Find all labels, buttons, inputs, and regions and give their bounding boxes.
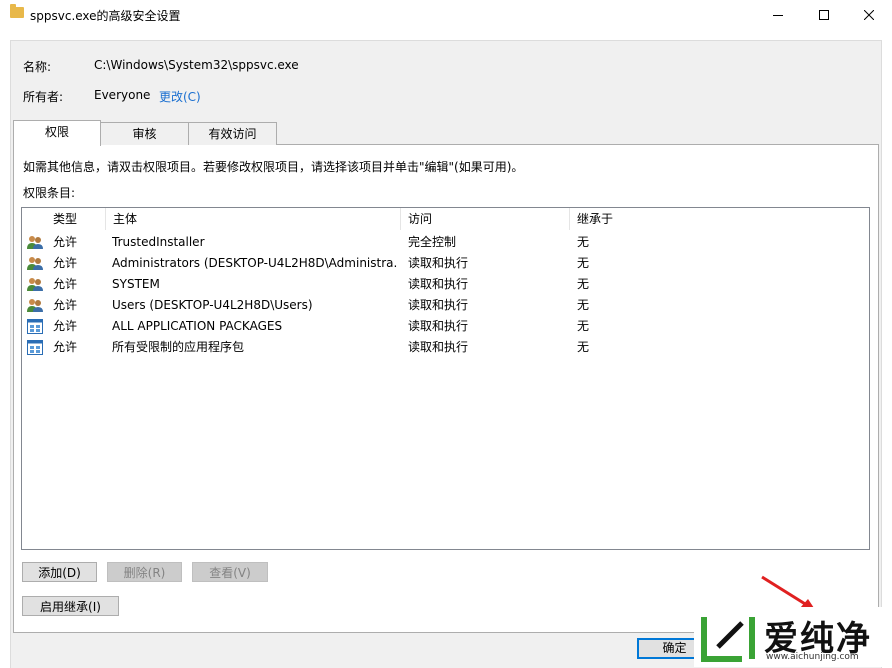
name-label: 名称:: [23, 60, 52, 74]
row-principal: Administrators (DESKTOP-U4L2H8D\Administ…: [112, 256, 397, 270]
owner-value: Everyone: [94, 88, 151, 102]
row-inherited: 无: [577, 319, 590, 333]
table-row[interactable]: 允许 Administrators (DESKTOP-U4L2H8D\Admini…: [22, 253, 869, 274]
column-header-principal[interactable]: 主体: [106, 208, 401, 230]
tab-effective-access[interactable]: 有效访问: [188, 122, 277, 145]
change-owner-link[interactable]: 更改(C): [159, 88, 201, 105]
maximize-button[interactable]: [801, 0, 847, 30]
maximize-icon: [819, 10, 829, 20]
minimize-button[interactable]: [755, 0, 801, 30]
row-principal: Users (DESKTOP-U4L2H8D\Users): [112, 298, 313, 312]
row-principal: ALL APPLICATION PACKAGES: [112, 319, 283, 333]
permission-entries-label: 权限条目:: [23, 186, 76, 200]
add-button[interactable]: 添加(D): [22, 562, 97, 582]
app-package-icon: [27, 319, 43, 334]
user-group-icon: [27, 277, 43, 292]
user-group-icon: [27, 256, 43, 271]
enable-inheritance-button[interactable]: 启用继承(I): [22, 596, 119, 616]
user-group-icon: [27, 298, 43, 313]
table-row[interactable]: 允许 SYSTEM 读取和执行 无: [22, 274, 869, 295]
table-row[interactable]: 允许 所有受限制的应用程序包 读取和执行 无: [22, 337, 869, 358]
view-button[interactable]: 查看(V): [192, 562, 268, 582]
column-header-inherited[interactable]: 继承于: [570, 208, 869, 230]
row-inherited: 无: [577, 340, 590, 354]
row-access: 读取和执行: [408, 256, 469, 270]
row-access: 读取和执行: [408, 277, 469, 291]
watermark-emblem-icon: [701, 617, 755, 662]
watermark-url: www.aichunjing.com: [766, 652, 859, 662]
close-icon: [864, 10, 874, 20]
row-inherited: 无: [577, 235, 590, 249]
row-inherited: 无: [577, 277, 590, 291]
minimize-icon: [773, 15, 783, 16]
permissions-hint: 如需其他信息，请双击权限项目。若要修改权限项目，请选择该项目并单击"编辑"(如果…: [23, 160, 524, 174]
row-type: 允许: [53, 277, 78, 291]
title-bar[interactable]: sppsvc.exe的高级安全设置: [0, 0, 892, 30]
column-header-access[interactable]: 访问: [401, 208, 570, 230]
row-access: 读取和执行: [408, 298, 469, 312]
row-principal: SYSTEM: [112, 277, 160, 291]
owner-label: 所有者:: [23, 90, 64, 104]
table-row[interactable]: 允许 ALL APPLICATION PACKAGES 读取和执行 无: [22, 316, 869, 337]
row-type: 允许: [53, 340, 78, 354]
row-type: 允许: [53, 235, 78, 249]
folder-icon: [10, 4, 24, 18]
remove-button[interactable]: 删除(R): [107, 562, 182, 582]
user-group-icon: [27, 235, 43, 250]
column-header-type[interactable]: 类型: [46, 208, 106, 230]
close-button[interactable]: [846, 0, 892, 30]
row-access: 读取和执行: [408, 319, 469, 333]
permission-entries-list[interactable]: 类型 主体 访问 继承于 允许 TrustedInstaller 完全控制无允许 Ad…: [21, 207, 870, 550]
row-inherited: 无: [577, 298, 590, 312]
table-row[interactable]: 允许 TrustedInstaller 完全控制 无: [22, 232, 869, 253]
row-inherited: 无: [577, 256, 590, 270]
name-value: C:\Windows\System32\sppsvc.exe: [94, 58, 299, 72]
tab-permissions[interactable]: 权限: [13, 120, 101, 146]
row-access: 读取和执行: [408, 340, 469, 354]
row-principal: TrustedInstaller: [112, 235, 205, 249]
row-type: 允许: [53, 298, 78, 312]
tab-auditing[interactable]: 审核: [100, 122, 189, 145]
window-title: sppsvc.exe的高级安全设置: [30, 9, 181, 23]
app-package-icon: [27, 340, 43, 355]
row-type: 允许: [53, 256, 78, 270]
table-row[interactable]: 允许 Users (DESKTOP-U4L2H8D\Users) 读取和执行 无: [22, 295, 869, 316]
row-type: 允许: [53, 319, 78, 333]
list-header: 类型 主体 访问 继承于: [22, 208, 869, 230]
watermark-logo: 爱纯净 www.aichunjing.com: [694, 607, 892, 667]
row-access: 完全控制: [408, 235, 457, 249]
row-principal: 所有受限制的应用程序包: [112, 340, 245, 354]
